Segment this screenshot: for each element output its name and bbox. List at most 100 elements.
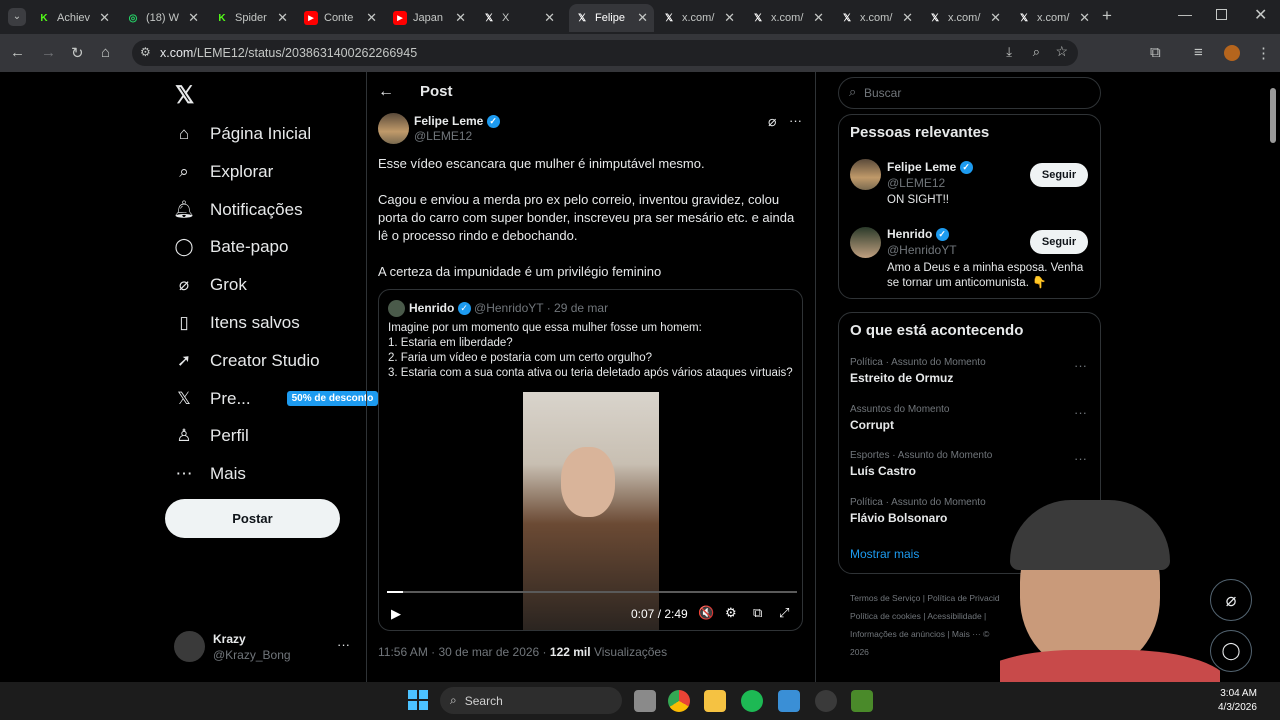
volume-icon[interactable]: 🔇	[698, 605, 714, 621]
browser-tab[interactable]: 𝕏 X ✕	[476, 4, 561, 32]
pip-icon[interactable]: ⧉	[753, 605, 762, 621]
footer-link[interactable]: Informações de anúncios	[850, 629, 945, 639]
sidebar-item[interactable]: ➚ Creator Studio	[174, 351, 320, 371]
tab-close-icon[interactable]: ✕	[1079, 10, 1090, 26]
person-avatar[interactable]	[850, 159, 881, 190]
messages-fab[interactable]: ◯	[1210, 630, 1252, 672]
x-logo-icon[interactable]: 𝕏	[175, 81, 194, 110]
post-button[interactable]: Postar	[165, 499, 340, 538]
sidebar-item[interactable]: ♙ Perfil	[174, 426, 248, 446]
browser-tab[interactable]: ◎ (18) W ✕	[120, 4, 205, 32]
browser-tab[interactable]: ▶ Japan ✕	[387, 4, 472, 32]
tab-search-chevron-icon[interactable]: ⌄	[8, 8, 26, 26]
account-switcher[interactable]: Krazy @Krazy_Bong ···	[174, 631, 354, 665]
fullscreen-icon[interactable]: ⤢	[779, 605, 789, 621]
tab-close-icon[interactable]: ✕	[99, 10, 110, 26]
reload-button[interactable]: ↻	[71, 44, 84, 62]
trend-item[interactable]: Política · Assunto do Momento Flávio Bols…	[850, 497, 986, 525]
tab-close-icon[interactable]: ✕	[188, 10, 199, 26]
tab-close-icon[interactable]: ✕	[277, 10, 288, 26]
video-player[interactable]	[523, 392, 659, 630]
follow-button[interactable]: Seguir	[1030, 163, 1088, 187]
play-icon[interactable]: ▶	[391, 606, 401, 622]
person-name[interactable]: Felipe Leme ✓	[887, 160, 973, 175]
file-explorer-icon[interactable]	[704, 690, 726, 712]
browser-tab[interactable]: 𝕏 Felipe ✕	[569, 4, 654, 32]
media-control-icon[interactable]: ≡	[1194, 44, 1203, 61]
header-back-icon[interactable]: ←	[378, 83, 394, 101]
spotify-icon[interactable]	[741, 690, 763, 712]
new-tab-button[interactable]: +	[1102, 6, 1112, 26]
tab-close-icon[interactable]: ✕	[902, 10, 913, 26]
account-more-icon[interactable]: ···	[337, 637, 350, 652]
trend-more-icon[interactable]: ···	[1074, 451, 1087, 466]
person-name[interactable]: Henrido ✓	[887, 227, 949, 242]
sidebar-item[interactable]: 𝕏 Pre... 50% de desconto	[174, 389, 379, 409]
tab-close-icon[interactable]: ✕	[544, 10, 555, 26]
browser-tab[interactable]: 𝕏x.com/ ✕	[834, 4, 919, 32]
tab-close-icon[interactable]: ✕	[455, 10, 466, 26]
sidebar-item[interactable]: ⌀ Grok	[174, 275, 247, 295]
task-view-icon[interactable]	[634, 690, 656, 712]
sidebar-item[interactable]: ⋯ Mais	[174, 464, 246, 484]
clock[interactable]: 3:04 AM 4/3/2026	[1218, 687, 1257, 715]
trend-item[interactable]: Política · Assunto do Momento Estreito de…	[850, 357, 986, 385]
settings-icon[interactable]: ⚙	[725, 605, 737, 621]
home-button[interactable]: ⌂	[101, 44, 110, 61]
steam-icon[interactable]	[815, 690, 837, 712]
person-avatar[interactable]	[850, 227, 881, 258]
start-icon[interactable]	[408, 690, 428, 710]
grok-explain-icon[interactable]: ⌀	[768, 113, 776, 130]
follow-button[interactable]: Seguir	[1030, 230, 1088, 254]
extensions-icon[interactable]: ⧉	[1150, 44, 1161, 61]
post-author-handle[interactable]: @LEME12	[414, 129, 472, 143]
bookmark-star-icon[interactable]: ☆	[1055, 43, 1068, 60]
show-more-link[interactable]: Mostrar mais	[850, 547, 919, 561]
forward-button[interactable]: →	[41, 44, 56, 61]
sidebar-item[interactable]: ◯ Bate-papo	[174, 237, 288, 257]
trend-item[interactable]: Esportes · Assunto do Momento Luís Castro	[850, 450, 992, 478]
browser-tab[interactable]: K Achiev ✕	[31, 4, 116, 32]
quote-card[interactable]: Henrido ✓ @HenridoYT · 29 de mar Imagine…	[378, 289, 803, 631]
browser-tab[interactable]: K Spider ✕	[209, 4, 294, 32]
footer-link[interactable]: Política de cookies	[850, 611, 921, 621]
trend-more-icon[interactable]: ···	[1074, 405, 1087, 420]
post-author-name[interactable]: Felipe Leme ✓	[414, 114, 500, 129]
install-icon[interactable]: ⤓	[1006, 44, 1012, 60]
taskbar-search[interactable]: ⌕ Search	[440, 687, 622, 714]
close-window-button[interactable]: ✕	[1254, 5, 1267, 25]
grok-fab[interactable]: ⌀	[1210, 579, 1252, 621]
tab-close-icon[interactable]: ✕	[724, 10, 735, 26]
footer-link[interactable]: Política de Privacid	[927, 593, 999, 603]
restore-button[interactable]	[1216, 9, 1227, 20]
back-button[interactable]: ←	[10, 44, 25, 61]
tab-close-icon[interactable]: ✕	[637, 10, 648, 26]
browser-tab[interactable]: 𝕏x.com/ ✕	[922, 4, 1007, 32]
footer-link[interactable]: Acessibilidade	[927, 611, 981, 621]
trend-more-icon[interactable]: ···	[1074, 358, 1087, 373]
sidebar-item[interactable]: ▯ Itens salvos	[174, 313, 299, 333]
post-more-icon[interactable]: ···	[789, 113, 802, 128]
site-info-icon[interactable]: ⚙	[140, 45, 151, 59]
footer-link[interactable]: Termos de Serviço	[850, 593, 920, 603]
browser-tab[interactable]: 𝕏x.com/ ✕	[656, 4, 741, 32]
video-progress-track[interactable]	[387, 591, 797, 593]
sidebar-item[interactable]: 🔔︎ Notificações	[173, 200, 302, 220]
minimize-button[interactable]: —	[1178, 6, 1192, 22]
sidebar-item[interactable]: ⌕ Explorar	[174, 162, 273, 182]
browser-tab[interactable]: ▶ Conte ✕	[298, 4, 383, 32]
profile-avatar[interactable]	[1224, 45, 1240, 61]
chrome-icon[interactable]	[668, 690, 690, 712]
tab-close-icon[interactable]: ✕	[990, 10, 1001, 26]
search-input[interactable]: ⌕ Buscar	[838, 77, 1101, 109]
footer-link[interactable]: Mais ···	[952, 629, 981, 639]
obs-icon[interactable]	[851, 690, 873, 712]
tab-close-icon[interactable]: ✕	[813, 10, 824, 26]
browser-tab[interactable]: 𝕏x.com/ ✕	[745, 4, 830, 32]
tab-close-icon[interactable]: ✕	[366, 10, 377, 26]
browser-menu-icon[interactable]: ⋮	[1256, 44, 1271, 62]
post-author-avatar[interactable]	[378, 113, 409, 144]
trend-item[interactable]: Assuntos do Momento Corrupt	[850, 404, 950, 432]
sidebar-item[interactable]: ⌂ Página Inicial	[174, 124, 311, 144]
paint-icon[interactable]	[778, 690, 800, 712]
